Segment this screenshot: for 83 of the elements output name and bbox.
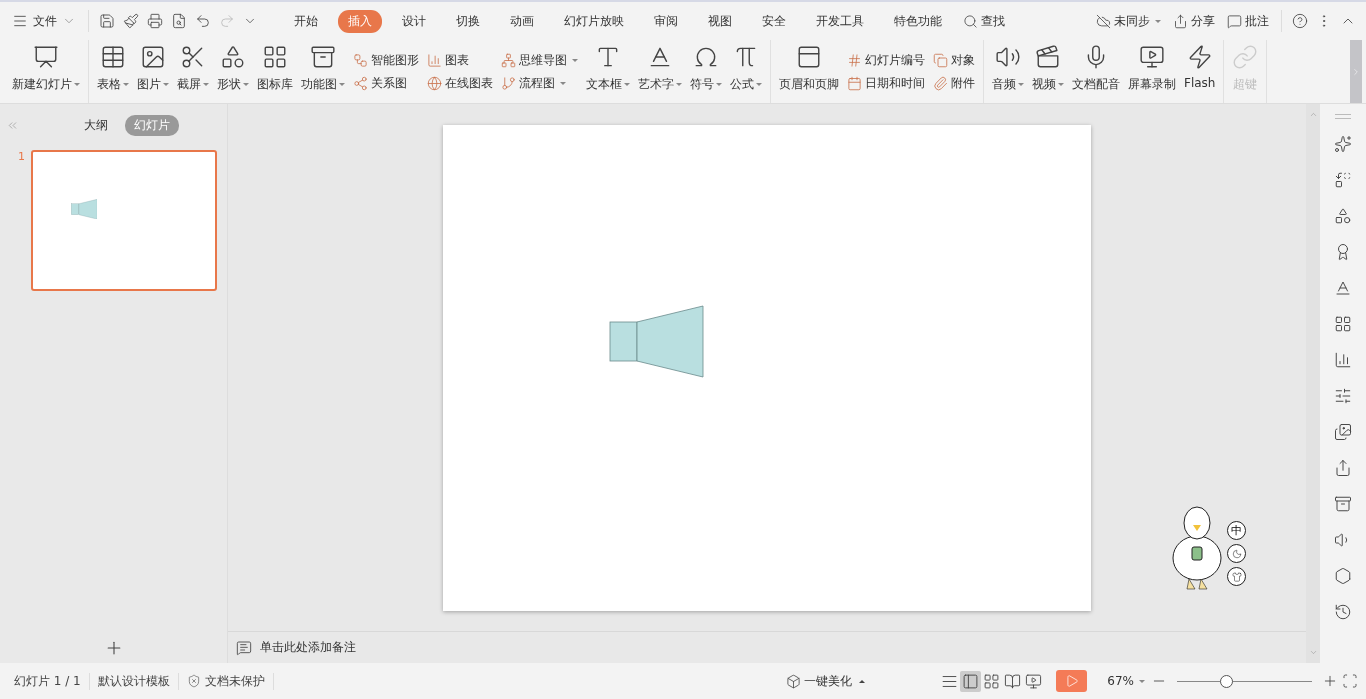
ribbon-button[interactable]: 关系图: [353, 74, 419, 92]
ribbon-tab[interactable]: 视图: [698, 9, 742, 33]
file-menu[interactable]: 文件: [8, 10, 80, 32]
paperclip-icon[interactable]: [933, 75, 948, 91]
toolbar-action[interactable]: 分享: [1169, 10, 1219, 32]
calendar-icon[interactable]: [847, 75, 862, 91]
ribbon-button[interactable]: 日期和时间: [847, 74, 925, 92]
grid-icon[interactable]: [262, 44, 288, 70]
ribbon-button[interactable]: 屏幕录制: [1124, 40, 1180, 103]
ribbon-tab[interactable]: 切换: [446, 9, 490, 33]
ribbon-button[interactable]: 文本框: [582, 40, 634, 103]
shirt-icon[interactable]: [1231, 571, 1242, 582]
ribbon-button[interactable]: 图标库: [253, 40, 297, 103]
flowchart-icon[interactable]: [501, 75, 516, 91]
ribbon-tab[interactable]: 开始: [284, 9, 328, 33]
header-footer-icon[interactable]: [796, 44, 822, 70]
ribbon-button[interactable]: 页眉和页脚: [775, 40, 843, 103]
ribbon-button[interactable]: 艺术字: [634, 40, 686, 103]
panel-tab[interactable]: 大纲: [75, 114, 117, 136]
ribbon-button[interactable]: Flash: [1180, 40, 1220, 103]
ribbon-button[interactable]: 音频: [988, 40, 1028, 103]
ribbon-tab[interactable]: 动画: [500, 9, 544, 33]
archive-icon[interactable]: [310, 44, 336, 70]
relation-icon[interactable]: [353, 75, 368, 91]
notes-placeholder[interactable]: 单击此处添加备注: [260, 639, 356, 656]
cube-icon[interactable]: [786, 673, 802, 689]
protection-status[interactable]: 文档未保护: [178, 672, 274, 690]
slide-count: 幻灯片 1 / 1: [6, 672, 90, 690]
zoom-thumb[interactable]: [1219, 674, 1233, 688]
ribbon-button[interactable]: 截屏: [173, 40, 213, 103]
video-icon[interactable]: [1035, 44, 1061, 70]
template-name: 默认设计模板: [89, 672, 179, 690]
ime-moon-button[interactable]: [1227, 544, 1246, 563]
ribbon-tab[interactable]: 幻灯片放映: [554, 9, 634, 33]
ribbon-button[interactable]: 思维导图: [501, 51, 578, 69]
ribbon-tab[interactable]: 开发工具: [806, 9, 874, 33]
comment-icon[interactable]: [1227, 13, 1242, 29]
ribbon-button[interactable]: 新建幻灯片: [8, 40, 84, 103]
ribbon-tab[interactable]: 设计: [392, 9, 436, 33]
slide-thumbnail[interactable]: [31, 150, 217, 291]
screen-record-icon[interactable]: [1139, 44, 1165, 70]
ribbon-button[interactable]: 公式: [726, 40, 766, 103]
ribbon-button[interactable]: 智能图形: [353, 51, 419, 69]
shapes-icon[interactable]: [220, 44, 246, 70]
diagram-icon[interactable]: [353, 52, 368, 68]
globe-chart-icon[interactable]: [427, 75, 442, 91]
play-button[interactable]: [1056, 670, 1088, 692]
slide-number: 1: [18, 150, 25, 165]
table-icon[interactable]: [100, 44, 126, 70]
slide-icon[interactable]: [33, 44, 59, 70]
share-icon[interactable]: [1173, 13, 1188, 29]
ribbon-button[interactable]: 功能图: [297, 40, 349, 103]
beautify-button[interactable]: 一键美化: [782, 670, 870, 692]
ribbon-tab[interactable]: 安全: [752, 9, 796, 33]
search-icon[interactable]: [963, 13, 978, 29]
ime-mode-button[interactable]: 中: [1227, 521, 1246, 540]
ribbon-button[interactable]: 图表: [427, 51, 493, 69]
toolbar-action[interactable]: 批注: [1223, 10, 1273, 32]
menu-icon[interactable]: [12, 13, 28, 29]
ribbon-button[interactable]: 视频: [1028, 40, 1068, 103]
ribbon-button[interactable]: 符号: [686, 40, 726, 103]
note-icon[interactable]: [236, 639, 252, 656]
search-button[interactable]: 查找: [959, 10, 1009, 32]
zoom-value[interactable]: 67%: [1103, 672, 1149, 690]
ribbon-button[interactable]: 幻灯片编号: [847, 51, 925, 69]
ribbon-button[interactable]: 图片: [133, 40, 173, 103]
ribbon-button[interactable]: 表格: [93, 40, 133, 103]
image-icon[interactable]: [140, 44, 166, 70]
toolbar-action[interactable]: 未同步: [1092, 10, 1165, 32]
ribbon-tab[interactable]: 审阅: [644, 9, 688, 33]
trapezoid-shape: [70, 198, 98, 220]
mind-map-icon[interactable]: [501, 52, 516, 68]
ribbon-button[interactable]: 对象: [933, 51, 975, 69]
ribbon-button[interactable]: 流程图: [501, 74, 578, 92]
ribbon-button[interactable]: 附件: [933, 74, 975, 92]
ribbon-button[interactable]: 在线图表: [427, 74, 493, 92]
cloud-icon[interactable]: [1096, 13, 1111, 29]
shield-icon[interactable]: [186, 674, 201, 688]
ime-skin-button[interactable]: [1227, 567, 1246, 586]
hash-icon[interactable]: [847, 52, 862, 68]
ribbon-button[interactable]: 形状: [213, 40, 253, 103]
ribbon-tab[interactable]: 特色功能: [884, 9, 952, 33]
ribbon-button[interactable]: 文档配音: [1068, 40, 1124, 103]
